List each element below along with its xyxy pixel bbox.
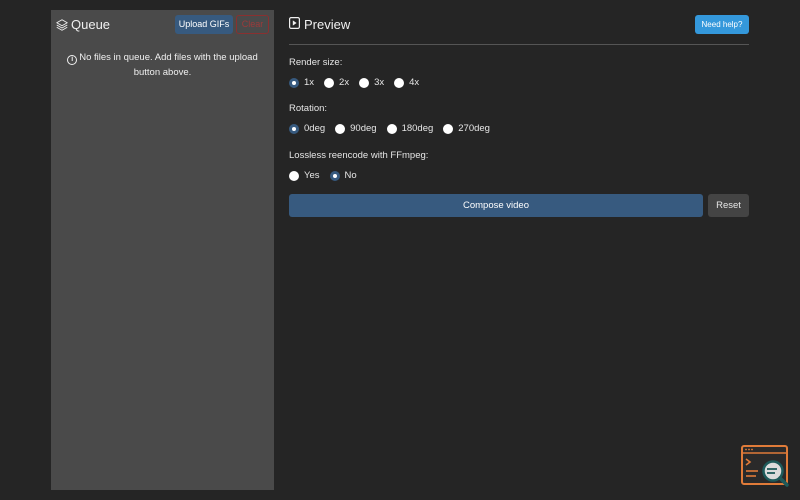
radio-label: 1x: [304, 77, 315, 88]
rotation-option-0deg[interactable]: 0deg: [289, 123, 325, 134]
render-size-option-1x[interactable]: 1x: [289, 77, 314, 88]
terminal-search-logo-icon: [740, 444, 792, 488]
compose-video-button[interactable]: Compose video: [289, 194, 703, 217]
queue-title-text: Queue: [71, 17, 111, 32]
radio-button[interactable]: [386, 123, 397, 134]
render-size-label: Render size:: [289, 57, 343, 68]
radio-label: 0deg: [304, 123, 326, 134]
rotation-radio-group: 0deg 90deg 180deg 270deg: [289, 123, 500, 134]
radio-label: No: [344, 170, 357, 181]
radio-label: 90deg: [350, 123, 377, 134]
rotation-label: Rotation:: [289, 103, 328, 114]
info-circle-icon: i: [67, 55, 78, 65]
radio-label: 270deg: [458, 123, 490, 134]
reset-button[interactable]: Reset: [708, 194, 749, 217]
radio-label: 180deg: [401, 123, 434, 134]
clear-queue-button[interactable]: Clear: [236, 15, 269, 34]
radio-button[interactable]: [324, 77, 335, 88]
radio-button[interactable]: [359, 77, 370, 88]
rotation-option-270deg[interactable]: 270deg: [443, 123, 490, 134]
queue-empty-message: i No files in queue. Add files with the u…: [65, 50, 260, 80]
lossless-option-no[interactable]: No: [329, 170, 357, 181]
radio-button[interactable]: [443, 123, 454, 134]
radio-label: 3x: [374, 77, 385, 88]
render-size-option-3x[interactable]: 3x: [359, 77, 384, 88]
radio-button[interactable]: [289, 77, 299, 88]
radio-button[interactable]: [289, 170, 299, 181]
radio-label: Yes: [304, 170, 320, 181]
upload-gifs-button[interactable]: Upload GIFs: [175, 15, 233, 34]
queue-empty-text: No files in queue. Add files with the up…: [79, 52, 258, 78]
lossless-label: Lossless reencode with FFmpeg:: [289, 150, 429, 161]
preview-title-text: Preview: [304, 17, 351, 32]
layers-icon: [56, 18, 68, 31]
radio-button[interactable]: [329, 170, 340, 181]
queue-panel: Queue Upload GIFs Clear i No files in que…: [51, 10, 274, 490]
radio-button[interactable]: [289, 123, 299, 134]
render-size-option-4x[interactable]: 4x: [394, 77, 419, 88]
radio-label: 4x: [409, 77, 420, 88]
radio-label: 2x: [339, 77, 350, 88]
queue-header: Queue Upload GIFs Clear: [51, 10, 274, 40]
queue-title: Queue: [56, 17, 110, 32]
render-size-option-2x[interactable]: 2x: [324, 77, 349, 88]
preview-title: Preview: [289, 17, 350, 32]
play-square-icon: [289, 17, 301, 32]
need-help-button[interactable]: Need help?: [695, 15, 749, 34]
render-size-radio-group: 1x 2x 3x 4x: [289, 77, 429, 88]
preview-header: Preview Need help?: [289, 14, 749, 45]
rotation-option-90deg[interactable]: 90deg: [335, 123, 377, 134]
lossless-radio-group: Yes No: [289, 170, 367, 181]
radio-button[interactable]: [394, 77, 405, 88]
lossless-option-yes[interactable]: Yes: [289, 170, 320, 181]
rotation-option-180deg[interactable]: 180deg: [386, 123, 434, 134]
radio-button[interactable]: [335, 123, 346, 134]
